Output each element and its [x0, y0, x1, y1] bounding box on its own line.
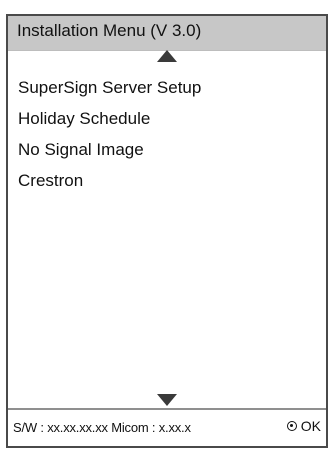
version-info: S/W : xx.xx.xx.xx Micom : x.xx.x	[13, 420, 191, 435]
status-bar: S/W : xx.xx.xx.xx Micom : x.xx.x OK	[8, 408, 326, 446]
menu-list: SuperSign Server Setup Holiday Schedule …	[18, 78, 201, 202]
menu-item-holiday-schedule[interactable]: Holiday Schedule	[18, 109, 201, 140]
scroll-down-icon[interactable]	[157, 394, 177, 406]
ok-button[interactable]: OK	[286, 418, 321, 434]
menu-header: Installation Menu (V 3.0)	[8, 16, 326, 51]
menu-item-crestron[interactable]: Crestron	[18, 171, 201, 202]
menu-item-supersign-server-setup[interactable]: SuperSign Server Setup	[18, 78, 201, 109]
scroll-up-icon[interactable]	[157, 50, 177, 62]
ok-circle-icon	[286, 421, 297, 431]
installation-menu-panel: Installation Menu (V 3.0) SuperSign Serv…	[6, 14, 328, 448]
ok-label: OK	[300, 418, 321, 434]
page-title: Installation Menu (V 3.0)	[17, 21, 202, 40]
menu-item-no-signal-image[interactable]: No Signal Image	[18, 140, 201, 171]
